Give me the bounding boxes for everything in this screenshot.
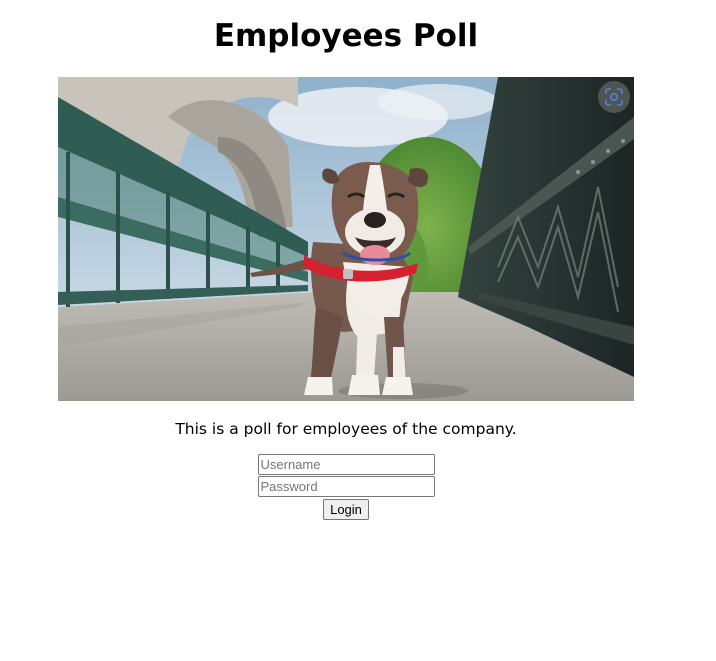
username-input[interactable] — [257, 454, 435, 475]
page-title: Employees Poll — [213, 18, 479, 54]
visual-search-icon — [605, 88, 623, 106]
page: Employees Poll This is a poll for employ… — [0, 0, 716, 661]
password-input[interactable] — [257, 476, 435, 497]
hero-image — [58, 77, 634, 401]
login-form: Login — [0, 454, 692, 520]
page-description: This is a poll for employees of the comp… — [175, 420, 517, 438]
login-button[interactable]: Login — [323, 499, 369, 520]
visual-search-button[interactable] — [598, 81, 630, 113]
dog-on-bridge-illustration — [58, 77, 634, 401]
